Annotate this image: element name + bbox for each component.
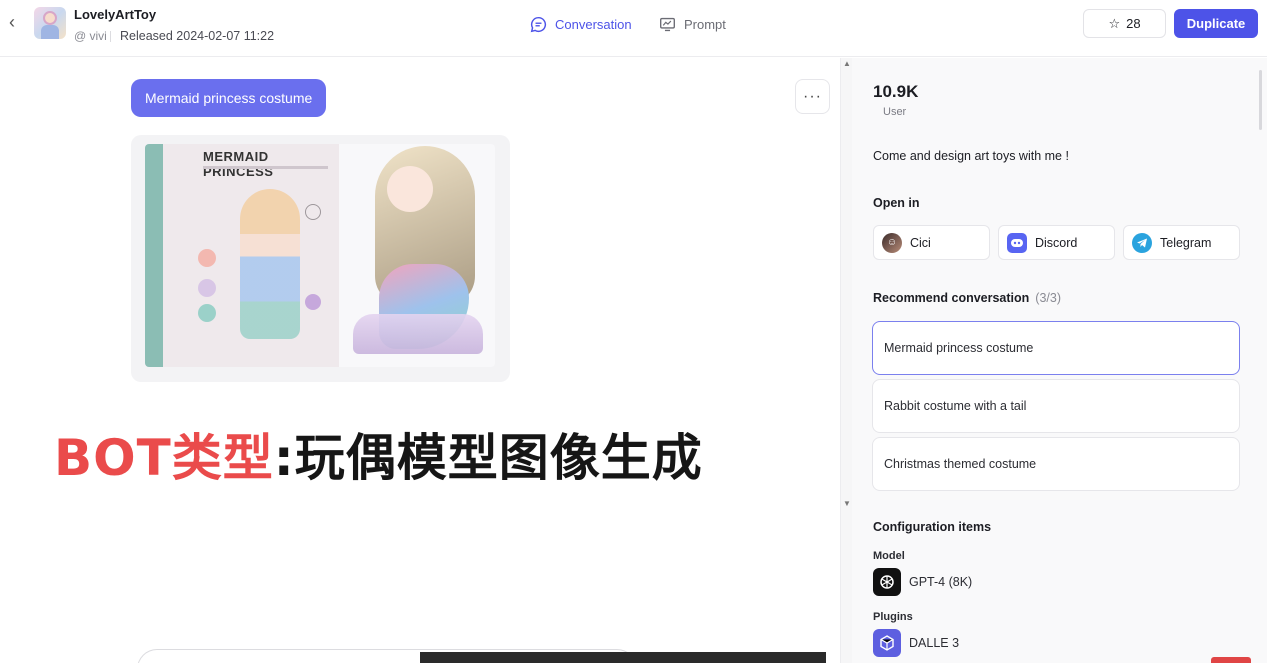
openai-icon	[873, 568, 901, 596]
bot-avatar	[34, 7, 66, 39]
recommend-title-label: Recommend conversation	[873, 291, 1030, 305]
open-in-telegram-button[interactable]: Telegram	[1123, 225, 1240, 260]
config-title: Configuration items	[873, 520, 992, 534]
author-name[interactable]: @ vivi	[74, 29, 107, 43]
discord-icon	[1007, 232, 1027, 253]
bot-name: LovelyArtToy	[74, 7, 157, 22]
recommend-count: (3/3)	[1035, 291, 1061, 305]
released-date: Released 2024-02-07 11:22	[120, 29, 275, 43]
cici-icon: ☺	[882, 232, 902, 253]
tab-conversation[interactable]: Conversation	[530, 14, 632, 34]
bot-description: Come and design art toys with me !	[873, 149, 1069, 163]
model-name: GPT-4 (8K)	[909, 575, 973, 589]
user-message[interactable]: Mermaid princess costume	[131, 79, 327, 117]
tab-prompt[interactable]: Prompt	[659, 14, 726, 34]
header: ‹ LovelyArtToy @ vivi Released 2024-02-0…	[0, 0, 1267, 57]
dalle-cube-icon	[873, 629, 901, 657]
recommend-title: Recommend conversation (3/3)	[873, 291, 1061, 305]
plugin-item: DALLE 3	[873, 629, 959, 657]
panel-scrollbar[interactable]	[1259, 70, 1262, 130]
open-in-cici-label: Cici	[910, 235, 931, 250]
star-count: 28	[1126, 16, 1141, 31]
image-title: MERMAID PRINCESS	[203, 149, 274, 179]
model-item: GPT-4 (8K)	[873, 568, 972, 596]
recommend-item-rabbit[interactable]: Rabbit costume with a tail	[872, 379, 1240, 433]
mermaid-figure-illustration	[339, 144, 495, 367]
tab-conversation-label: Conversation	[555, 16, 632, 32]
star-button[interactable]: ☆ 28	[1083, 9, 1166, 38]
open-in-telegram-label: Telegram	[1160, 235, 1212, 250]
recommend-item-christmas[interactable]: Christmas themed costume	[872, 437, 1240, 491]
monitor-icon	[660, 17, 675, 31]
chat-area: Mermaid princess costume ··· MERMAID PRI…	[0, 58, 840, 663]
chat-scrollbar[interactable]: ▲ ▼	[840, 58, 852, 663]
open-in-cici-button[interactable]: ☺ Cici	[873, 225, 990, 260]
open-in-discord-label: Discord	[1035, 235, 1078, 250]
generated-image[interactable]: MERMAID PRINCESS	[145, 144, 495, 367]
chat-bubble-icon	[530, 16, 547, 32]
bot-info-panel: 10.9K User Come and design art toys with…	[852, 58, 1267, 663]
star-icon: ☆	[1108, 15, 1121, 31]
corner-badge	[1211, 657, 1251, 663]
back-arrow-icon[interactable]: ‹	[4, 12, 20, 32]
overlay-caption-red: BOT类型	[54, 429, 274, 487]
divider	[110, 31, 111, 42]
model-label: Model	[873, 550, 905, 562]
more-options-button[interactable]: ···	[795, 79, 830, 114]
user-count: 10.9K	[873, 82, 919, 101]
overlay-caption: BOT类型:玩偶模型图像生成	[54, 418, 703, 490]
duplicate-button[interactable]: Duplicate	[1174, 9, 1258, 38]
scroll-up-icon[interactable]: ▲	[842, 58, 852, 68]
overlay-caption-black: :玩偶模型图像生成	[273, 429, 703, 487]
scroll-down-icon[interactable]: ▼	[842, 498, 852, 508]
user-count-label: User	[883, 106, 907, 118]
generated-image-card: MERMAID PRINCESS	[131, 135, 510, 382]
subtitle-bar	[420, 652, 826, 663]
open-in-title: Open in	[873, 196, 920, 210]
tab-prompt-label: Prompt	[684, 16, 726, 32]
recommend-item-mermaid[interactable]: Mermaid princess costume	[872, 321, 1240, 375]
telegram-icon	[1132, 232, 1152, 253]
toy-package-illustration: MERMAID PRINCESS	[145, 144, 339, 367]
plugins-label: Plugins	[873, 611, 913, 623]
plugin-name: DALLE 3	[909, 636, 960, 650]
open-in-discord-button[interactable]: Discord	[998, 225, 1115, 260]
